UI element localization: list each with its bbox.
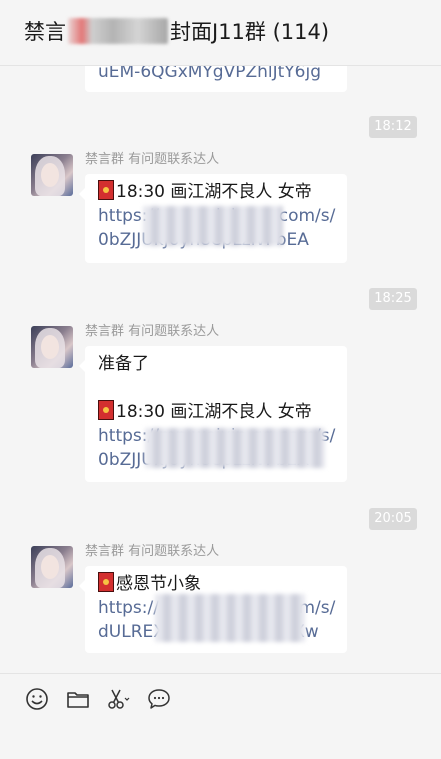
message-title: 18:30 画江湖不良人 女帝 — [98, 180, 335, 204]
timestamp: 18:12 — [369, 116, 417, 138]
title-prefix: 禁言 — [24, 20, 66, 44]
input-toolbar — [0, 673, 441, 759]
message-link[interactable]: uEM-6QGxMYgVPZhlJtY6jg — [98, 66, 335, 84]
scissors-icon[interactable] — [105, 686, 131, 712]
message-text: 准备了 — [98, 354, 149, 374]
message-bubble[interactable]: 18:30 画江湖不良人 女帝 https://mp.weixin.qq.com… — [79, 174, 347, 263]
sender-name: 禁言群 有问题联系达人 — [85, 544, 220, 559]
folder-icon[interactable] — [65, 686, 91, 712]
chat-header: 禁言 封面J11群 (114) — [0, 0, 441, 66]
avatar[interactable] — [31, 326, 73, 368]
redaction-mask — [145, 428, 325, 468]
redaction-mask — [143, 206, 283, 246]
avatar[interactable] — [31, 154, 73, 196]
message-bubble-partial[interactable]: uEM-6QGxMYgVPZhlJtY6jg — [85, 66, 347, 92]
chat-title: 禁言 封面J11群 (114) — [24, 16, 329, 46]
red-envelope-icon — [98, 572, 114, 592]
red-envelope-icon — [98, 400, 114, 420]
sender-name: 禁言群 有问题联系达人 — [85, 152, 220, 167]
red-envelope-icon — [98, 180, 114, 200]
avatar[interactable] — [31, 546, 73, 588]
message-bubble[interactable]: 感恩节小象 https://mp.weixin.qq.com/s/ dULREX… — [79, 566, 347, 653]
message-title: 感恩节小象 — [98, 572, 335, 596]
sender-name: 禁言群 有问题联系达人 — [85, 324, 220, 339]
timestamp: 18:25 — [369, 288, 417, 310]
emoji-icon[interactable] — [24, 686, 50, 712]
message-title: 18:30 画江湖不良人 女帝 — [98, 400, 335, 424]
message-list[interactable]: uEM-6QGxMYgVPZhlJtY6jg 18:12 禁言群 有问题联系达人… — [0, 66, 441, 673]
title-suffix: 封面J11群 (114) — [170, 20, 330, 44]
redacted-name — [68, 18, 168, 44]
timestamp: 20:05 — [369, 508, 417, 530]
redaction-mask — [155, 594, 305, 642]
message-bubble[interactable]: 准备了 18:30 画江湖不良人 女帝 https://mp.weixin.qq… — [79, 346, 347, 482]
chat-bubble-icon[interactable] — [146, 686, 172, 712]
